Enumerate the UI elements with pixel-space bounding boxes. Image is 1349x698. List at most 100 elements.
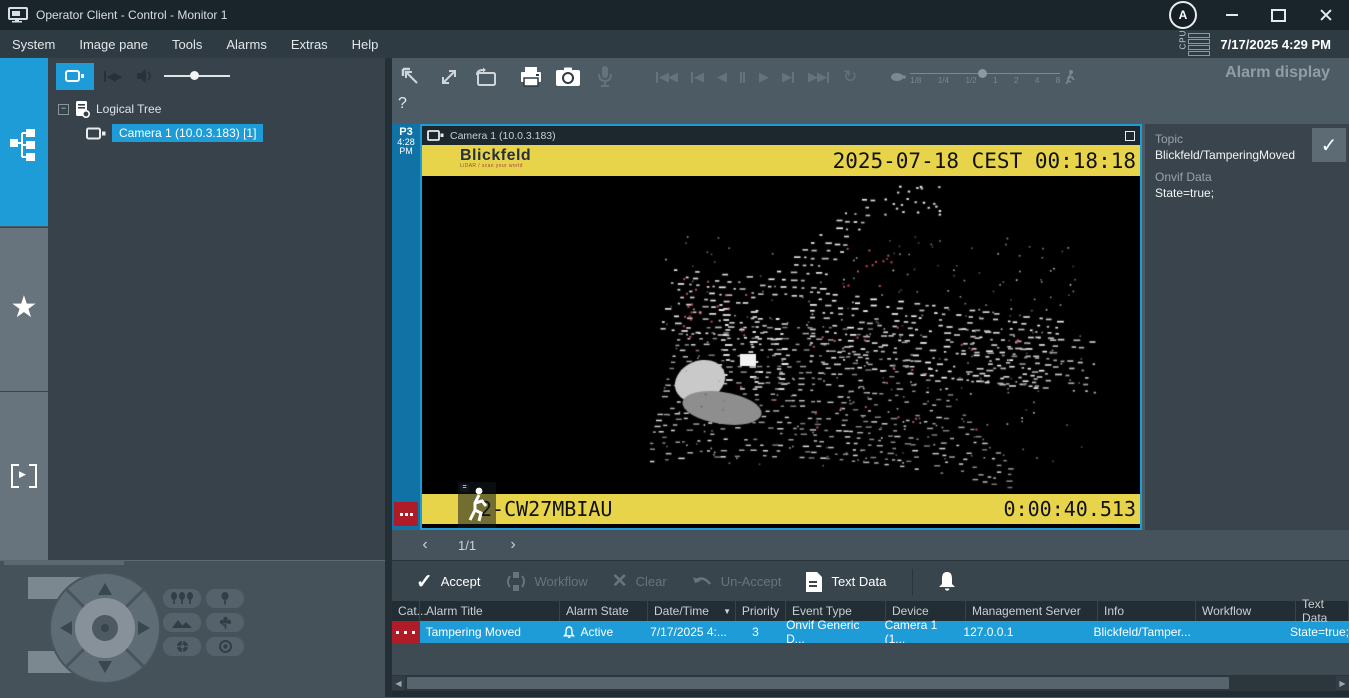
col-datetime[interactable]: Date/Time▼ [648, 601, 736, 621]
snapshot-button[interactable] [554, 64, 582, 90]
instant-playback-button[interactable]: ◀▶ [104, 70, 120, 83]
arrange-panes-icon [401, 67, 423, 87]
camera-image-pane[interactable]: Camera 1 (10.0.3.183) Blickfeld LiDAR / … [420, 124, 1142, 530]
undo-arrow-icon [691, 574, 713, 590]
tree-camera-row[interactable]: Camera 1 (10.0.3.183) [1] [86, 124, 385, 142]
maximize-button[interactable] [1261, 2, 1295, 28]
mountains-icon [171, 617, 193, 629]
row-device: Camera 1 (1... [879, 621, 958, 643]
prev-page-button[interactable]: ‹ [410, 536, 440, 554]
clear-button[interactable]: ✕ Clear [612, 570, 667, 593]
scroll-right-button[interactable]: ▶ [1336, 676, 1349, 690]
row-info: Blickfeld/Tamper... [1087, 621, 1185, 643]
clear-x-icon: ✕ [612, 570, 628, 593]
collapse-icon[interactable]: − [58, 104, 69, 115]
close-icon [1319, 8, 1333, 22]
play-reverse-button[interactable]: ◀ [717, 69, 726, 85]
tree-toolbar: ◀▶ [48, 58, 385, 94]
tree-root-row[interactable]: − Logical Tree [48, 100, 385, 118]
menu-alarms[interactable]: Alarms [214, 37, 278, 52]
logical-tree-panel: ◀▶ − Logical Tree Camera 1 (10.0.3.183) … [48, 58, 385, 560]
iris-close-button[interactable] [163, 637, 201, 656]
accept-alarm-button[interactable]: ✓ [1312, 128, 1346, 162]
col-text-data[interactable]: Text Data [1296, 601, 1349, 621]
jump-start-button[interactable]: ◀◀ [656, 69, 677, 85]
pane-maximize-icon[interactable] [1125, 131, 1135, 141]
play-button[interactable]: ▶ [759, 69, 768, 85]
menu-help[interactable]: Help [340, 37, 391, 52]
volume-slider[interactable] [164, 75, 230, 77]
next-frame-button[interactable]: ▶ [782, 69, 794, 85]
print-button[interactable] [517, 64, 545, 90]
scroll-left-button[interactable]: ◀ [392, 676, 405, 690]
jump-end-button[interactable]: ▶▶ [808, 69, 829, 85]
clock: 7/17/2025 4:29 PM [1220, 37, 1331, 52]
help-button[interactable]: ? [398, 95, 407, 113]
text-data-button[interactable]: Text Data [805, 571, 886, 593]
change-layout-button[interactable] [472, 64, 500, 90]
row-server: 127.0.0.1 [957, 621, 1087, 643]
accept-button[interactable]: ✓ Accept [416, 569, 481, 594]
live-mode-button[interactable] [56, 63, 94, 90]
expand-icon [439, 67, 459, 87]
focus-macro-button[interactable] [206, 613, 244, 632]
ptz-panel-handle[interactable] [4, 560, 124, 565]
iris-open-button[interactable] [206, 637, 244, 656]
menu-image-pane[interactable]: Image pane [67, 37, 160, 52]
maximize-icon [1271, 9, 1286, 22]
col-priority[interactable]: Priority [736, 601, 786, 621]
minimize-button[interactable] [1215, 2, 1249, 28]
col-category[interactable]: Cat... [392, 601, 420, 621]
document-icon [805, 571, 823, 593]
unaccept-button[interactable]: Un-Accept [691, 574, 782, 590]
audio-button[interactable] [591, 64, 619, 90]
pane-camera-title: Camera 1 (10.0.3.183) [450, 130, 1119, 142]
accept-check-icon: ✓ [416, 569, 433, 594]
col-info[interactable]: Info [1098, 601, 1196, 621]
focus-near-button[interactable] [206, 589, 244, 608]
alarm-state-bell-icon [563, 626, 575, 639]
tree-icon [220, 592, 230, 605]
ptz-joystick[interactable] [46, 569, 164, 687]
trees-icon [169, 592, 195, 605]
menu-tools[interactable]: Tools [160, 37, 214, 52]
osd-bottom-band: 2-CW27MBIAU 0:00:40.513 [422, 494, 1140, 524]
maximize-pane-button[interactable] [435, 64, 463, 90]
row-category-cell[interactable] [392, 621, 420, 643]
next-page-button[interactable]: › [498, 536, 528, 554]
focus-mountain-button[interactable] [163, 613, 201, 632]
focus-far-button[interactable] [163, 589, 201, 608]
loop-button[interactable]: ↻ [843, 67, 857, 87]
menu-extras[interactable]: Extras [279, 37, 340, 52]
prev-frame-button[interactable]: ◀ [691, 69, 703, 85]
col-alarm-title[interactable]: Alarm Title [420, 601, 560, 621]
panel-splitter[interactable] [385, 58, 392, 697]
iris-open-icon [219, 640, 232, 653]
alarm-category-button[interactable] [394, 502, 418, 526]
alarm-list-empty-area [392, 643, 1349, 675]
minimize-icon [1226, 14, 1238, 16]
volume-slider-thumb[interactable] [190, 71, 199, 80]
user-badge[interactable]: A [1169, 1, 1197, 29]
alarm-row[interactable]: Tampering Moved Active 7/17/2025 4:... 3… [392, 621, 1349, 643]
sidebar-tab-image-panes[interactable]: ▶ [0, 391, 48, 561]
close-all-panes-button[interactable] [398, 64, 426, 90]
onvif-data-label: Onvif Data [1155, 170, 1349, 184]
ptz-function-buttons [163, 589, 244, 656]
workflow-button[interactable]: Workflow [505, 571, 588, 593]
close-button[interactable] [1309, 2, 1343, 28]
logical-tree-icon [0, 128, 48, 162]
col-management-server[interactable]: Management Server [966, 601, 1098, 621]
scrollbar-thumb[interactable] [407, 677, 1229, 689]
pause-button[interactable] [740, 72, 745, 83]
sidebar-tab-favorites[interactable]: ★ [0, 227, 48, 391]
alarm-bell-button[interactable] [937, 571, 957, 593]
horizontal-scrollbar[interactable]: ◀ ▶ [392, 675, 1349, 691]
speaker-icon[interactable] [136, 68, 154, 84]
sidebar-tab-logical-tree[interactable] [0, 58, 48, 226]
row-title: Tampering Moved [420, 621, 558, 643]
menu-system[interactable]: System [0, 37, 67, 52]
col-workflow[interactable]: Workflow [1196, 601, 1296, 621]
col-alarm-state[interactable]: Alarm State [560, 601, 648, 621]
camera-icon [86, 127, 106, 140]
